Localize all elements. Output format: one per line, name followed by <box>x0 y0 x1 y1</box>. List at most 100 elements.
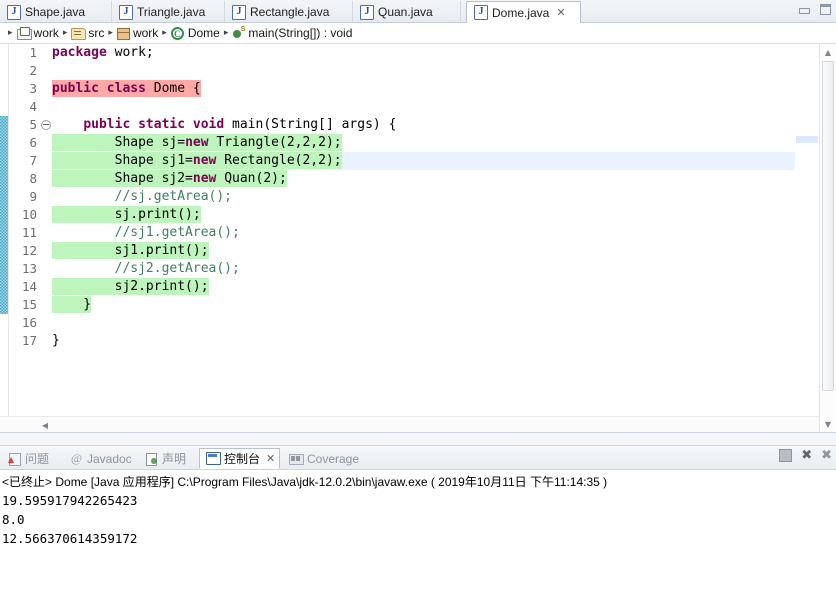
remove-all-launches-icon[interactable]: ✖ <box>821 449 832 462</box>
code-line[interactable]: sj1.print(); <box>52 242 795 260</box>
editor-tab-label: Rectangle.java <box>250 5 330 19</box>
code-editor[interactable]: 1 2 3 4 5 6 7 8 9 10 11 12 13 14 15 16 17 package work; … <box>0 44 836 432</box>
code-token: new <box>185 134 217 151</box>
scroll-up-icon[interactable]: ▲ <box>820 44 836 60</box>
terminate-icon[interactable] <box>779 449 793 462</box>
breadcrumb-separator: ▸ <box>8 28 13 38</box>
panel-splitter[interactable] <box>0 432 836 446</box>
code-token: Shape sj2= <box>52 170 193 187</box>
breadcrumb-label: main(String[]) : void <box>248 26 353 40</box>
breadcrumb-item-package[interactable]: work <box>116 26 159 40</box>
code-token: package <box>52 45 115 60</box>
code-token: //sj.getArea(); <box>52 189 233 204</box>
folding-gutter[interactable] <box>40 44 52 432</box>
console-tab-declaration[interactable]: 声明 <box>139 448 199 469</box>
code-line[interactable]: public class Dome { <box>52 80 795 98</box>
editor-vertical-scrollbar[interactable]: ▲ ▼ <box>819 44 836 432</box>
code-token: Quan(2); <box>224 170 287 187</box>
breadcrumb-label: work <box>132 26 159 40</box>
code-line[interactable]: public static void main(String[] args) { <box>52 116 795 134</box>
fold-collapse-icon[interactable] <box>41 120 51 130</box>
line-number: 1 <box>29 45 37 60</box>
java-file-icon <box>232 4 246 20</box>
breadcrumb-item-class[interactable]: Dome <box>170 26 220 40</box>
java-file-icon <box>119 4 133 20</box>
code-token: Rectangle(2,2); <box>224 152 342 169</box>
breadcrumb-separator: ▸ <box>162 28 167 38</box>
code-line[interactable]: sj2.print(); <box>52 278 795 296</box>
breadcrumb-separator: ▸ <box>62 28 68 38</box>
line-number: 16 <box>21 315 37 330</box>
source-folder-icon <box>71 27 87 40</box>
code-line[interactable]: Shape sj1=new Rectangle(2,2); <box>52 152 795 170</box>
code-token: } <box>52 333 60 348</box>
change-ruler <box>0 44 9 432</box>
code-line[interactable]: } <box>52 332 795 350</box>
code-line[interactable]: Shape sj2=new Quan(2); <box>52 170 795 188</box>
editor-tab-rectangle[interactable]: Rectangle.java <box>225 1 353 23</box>
minimize-icon[interactable] <box>798 3 811 16</box>
editor-tab-shape[interactable]: Shape.java <box>0 1 112 23</box>
scroll-down-icon[interactable]: ▼ <box>820 416 836 432</box>
editor-tab-label: Quan.java <box>378 5 433 19</box>
scroll-left-icon[interactable]: ◀ <box>38 418 52 432</box>
code-line[interactable]: //sj1.getArea(); <box>52 224 795 242</box>
console-tab-javadoc[interactable]: @ Javadoc <box>64 448 139 469</box>
code-line[interactable]: package work; <box>52 44 795 62</box>
code-line[interactable]: sj.print(); <box>52 206 795 224</box>
overview-ruler-mark[interactable] <box>796 136 818 143</box>
console-tab-coverage[interactable]: Coverage <box>283 448 369 469</box>
code-line[interactable]: //sj.getArea(); <box>52 188 795 206</box>
code-line[interactable]: //sj2.getArea(); <box>52 260 795 278</box>
console-tab-console[interactable]: 控制台 ✕ <box>199 448 280 469</box>
code-token: Dome { <box>153 80 201 97</box>
project-folder-icon <box>16 27 32 40</box>
editor-tab-label: Dome.java <box>492 5 550 20</box>
breadcrumb-label: Dome <box>187 26 220 40</box>
breadcrumb-label: work <box>33 26 59 40</box>
code-line[interactable] <box>52 314 795 332</box>
code-text-area[interactable]: package work; public class Dome { public… <box>52 44 795 432</box>
breadcrumb-item-project[interactable]: work <box>16 26 59 40</box>
editor-tab-quan[interactable]: Quan.java <box>353 1 461 23</box>
code-line[interactable] <box>52 98 795 116</box>
close-icon[interactable]: ✕ <box>556 7 565 18</box>
java-file-icon <box>7 4 21 20</box>
changed-lines-marker <box>0 116 8 314</box>
code-line[interactable] <box>52 62 795 80</box>
javadoc-icon: @ <box>70 451 83 465</box>
breadcrumb-item-method[interactable]: main(String[]) : void <box>232 26 352 40</box>
editor-tab-bar: Shape.java Triangle.java Rectangle.java … <box>0 0 836 24</box>
code-token: new <box>192 152 225 169</box>
code-line[interactable]: Shape sj=new Triangle(2,2,2); <box>52 134 795 152</box>
line-number: 17 <box>21 333 37 348</box>
line-number: 12 <box>21 243 37 258</box>
console-icon <box>206 452 221 465</box>
code-token: sj.print(); <box>52 206 201 223</box>
console-output[interactable]: <已终止> Dome [Java 应用程序] C:\Program Files\… <box>0 470 836 608</box>
breadcrumb-item-src[interactable]: src <box>71 26 104 40</box>
console-output-line: 12.566370614359172 <box>2 531 138 546</box>
line-number: 4 <box>29 99 37 114</box>
maximize-icon[interactable] <box>819 3 832 16</box>
console-launch-header: <已终止> Dome [Java 应用程序] C:\Program Files\… <box>2 475 608 489</box>
console-tab-problems[interactable]: 问题 <box>2 448 64 469</box>
editor-tab-triangle[interactable]: Triangle.java <box>112 1 225 23</box>
code-token: public class <box>52 80 154 97</box>
window-controls <box>798 3 832 16</box>
line-number: 2 <box>29 63 37 78</box>
code-line[interactable]: } <box>52 296 795 314</box>
breadcrumb-separator: ▸ <box>108 28 113 38</box>
remove-launch-icon[interactable]: ✖ <box>801 449 812 462</box>
console-output-line: 19.595917942265423 <box>2 493 138 508</box>
close-icon[interactable]: ✕ <box>266 452 275 465</box>
line-number-gutter: 1 2 3 4 5 6 7 8 9 10 11 12 13 14 15 16 17 <box>9 44 39 432</box>
coverage-icon <box>289 452 304 465</box>
vertical-scrollbar-thumb[interactable] <box>822 61 834 391</box>
editor-tab-dome[interactable]: Dome.java ✕ <box>466 1 581 24</box>
breadcrumb-label: src <box>88 26 105 40</box>
line-number: 7 <box>29 153 37 168</box>
editor-horizontal-scrollbar[interactable]: ◀ <box>0 416 819 432</box>
editor-tab-label: Triangle.java <box>137 5 206 19</box>
